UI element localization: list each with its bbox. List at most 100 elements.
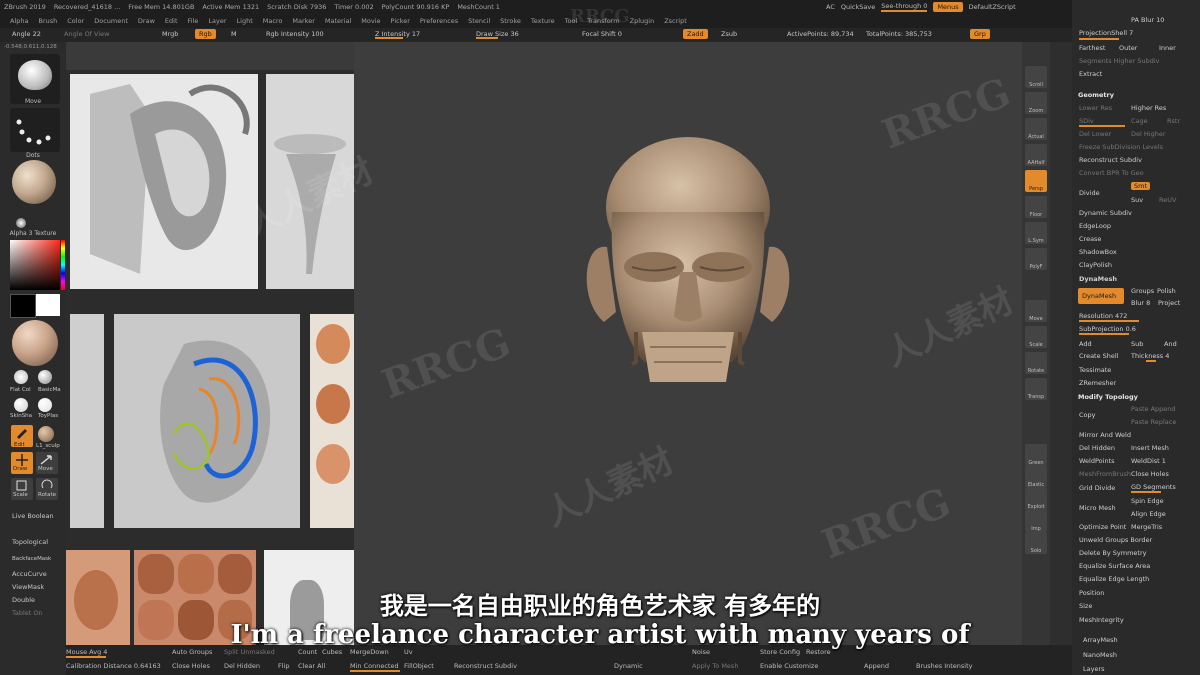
accucurve-button[interactable]: AccuCurve: [12, 570, 47, 578]
zoom-icon[interactable]: Zoom: [1025, 92, 1047, 114]
backface-mask-button[interactable]: BackfaceMask: [12, 556, 51, 562]
move-view-icon[interactable]: Move: [1025, 300, 1047, 322]
paste-replace-button[interactable]: Paste Replace: [1131, 418, 1176, 426]
brush-thumbnail[interactable]: [10, 54, 60, 104]
lower-res-button[interactable]: Lower Res: [1079, 104, 1112, 112]
weldpoints-button[interactable]: WeldPoints: [1079, 457, 1115, 465]
color-picker[interactable]: [10, 240, 60, 290]
ear-photo-reference-strip[interactable]: [310, 314, 354, 528]
flat-color-material-icon[interactable]: [14, 370, 28, 384]
secondary-color-swatch[interactable]: [10, 294, 36, 318]
geometry-header[interactable]: Geometry: [1078, 91, 1114, 99]
menu-document[interactable]: Document: [94, 17, 128, 25]
zsub-button[interactable]: Zsub: [721, 30, 737, 38]
mrgb-button[interactable]: Mrgb: [162, 30, 178, 38]
mesh-integrity-header[interactable]: MeshIntegrity: [1079, 616, 1124, 624]
stroke-thumbnail[interactable]: [10, 108, 60, 152]
tablet-on-button[interactable]: Tablet On: [12, 609, 43, 617]
freeze-subdivision-button[interactable]: Freeze SubDivision Levels: [1079, 143, 1163, 151]
calibration-distance-slider[interactable]: Calibration Distance 0.64163: [66, 662, 161, 670]
menu-file[interactable]: File: [188, 17, 199, 25]
spin-edge-button[interactable]: Spin Edge: [1131, 497, 1164, 505]
zadd-button[interactable]: Zadd: [683, 29, 708, 39]
suv-toggle[interactable]: Suv: [1131, 196, 1143, 204]
min-connected-button[interactable]: Min Connected: [350, 662, 399, 670]
micro-mesh-header[interactable]: Micro Mesh: [1079, 504, 1116, 512]
menu-picker[interactable]: Picker: [391, 17, 410, 25]
size-header[interactable]: Size: [1079, 602, 1092, 610]
rstr-button[interactable]: Rstr: [1167, 117, 1180, 125]
aahalf-icon[interactable]: AAHalf: [1025, 144, 1047, 166]
append-button[interactable]: Append: [864, 662, 889, 670]
hue-slider[interactable]: [61, 240, 65, 290]
projection-shell-slider[interactable]: ProjectionShell 7: [1079, 29, 1133, 37]
material-thumbnail[interactable]: [12, 320, 58, 366]
polyframe-icon[interactable]: PolyF: [1025, 248, 1047, 270]
reconstruct-subdiv-bottom-button[interactable]: Reconstruct Subdiv: [454, 662, 517, 670]
groups-toggle[interactable]: Groups: [1131, 287, 1154, 295]
fill-object-button[interactable]: FillObject: [404, 662, 434, 670]
modify-topology-header[interactable]: Modify Topology: [1078, 393, 1138, 401]
scroll-icon[interactable]: Scroll: [1025, 66, 1047, 88]
angle-of-view-slider[interactable]: Angle Of View: [64, 30, 109, 38]
del-hidden-button[interactable]: Del Hidden: [1079, 444, 1115, 452]
higher-res-button[interactable]: Higher Res: [1131, 104, 1166, 112]
menu-zscript[interactable]: Zscript: [664, 17, 687, 25]
local-symmetry-icon[interactable]: L.Sym: [1025, 222, 1047, 244]
ear-anatomy-reference[interactable]: [114, 314, 300, 528]
mouse-avg-slider[interactable]: Mouse Avg 4: [66, 648, 107, 656]
welddist-slider[interactable]: WeldDist 1: [1131, 457, 1166, 465]
edgeloop-header[interactable]: EdgeLoop: [1079, 222, 1111, 230]
topological-button[interactable]: Topological: [12, 538, 48, 546]
viewmask-button[interactable]: ViewMask: [12, 583, 44, 591]
perspective-icon[interactable]: Persp: [1025, 170, 1047, 192]
reconstruct-subdiv-button[interactable]: Reconstruct Subdiv: [1079, 156, 1142, 164]
dynamesh-button[interactable]: DynaMesh: [1078, 288, 1124, 304]
menu-material[interactable]: Material: [325, 17, 351, 25]
ac-button[interactable]: AC: [826, 3, 835, 11]
dynamic-subdiv-header[interactable]: Dynamic Subdiv: [1079, 209, 1132, 217]
double-button[interactable]: Double: [12, 596, 35, 604]
menu-stroke[interactable]: Stroke: [500, 17, 521, 25]
create-shell-button[interactable]: Create Shell: [1079, 352, 1119, 360]
cage-button[interactable]: Cage: [1131, 117, 1148, 125]
crease-header[interactable]: Crease: [1079, 235, 1101, 243]
reuv-button[interactable]: ReUV: [1159, 196, 1176, 204]
menu-stencil[interactable]: Stencil: [468, 17, 490, 25]
farthest-button[interactable]: Farthest: [1079, 44, 1105, 52]
menus-button[interactable]: Menus: [933, 1, 963, 12]
copy-button[interactable]: Copy: [1079, 411, 1096, 419]
quicksave-button[interactable]: QuickSave: [841, 3, 875, 11]
ear-photo-reference-1[interactable]: [66, 550, 130, 645]
main-color-swatch[interactable]: [36, 294, 60, 316]
flip-button[interactable]: Flip: [278, 662, 289, 670]
rotate-view-icon[interactable]: Rotate: [1025, 352, 1047, 374]
m-button[interactable]: M: [231, 30, 237, 38]
live-boolean-button[interactable]: Live Boolean: [12, 512, 54, 520]
divide-button[interactable]: Divide: [1079, 189, 1100, 197]
ghost-icon[interactable]: Green: [1025, 444, 1047, 466]
menu-preferences[interactable]: Preferences: [420, 17, 458, 25]
unweld-groups-border-button[interactable]: Unweld Groups Border: [1079, 536, 1152, 544]
palette-scroll-strip[interactable]: [1050, 42, 1072, 645]
default-zscript[interactable]: DefaultZScript: [969, 3, 1016, 11]
ear-sketch-reference[interactable]: [70, 74, 258, 289]
equalize-edge-length-button[interactable]: Equalize Edge Length: [1079, 575, 1149, 583]
del-higher-button[interactable]: Del Higher: [1131, 130, 1166, 138]
optimize-point-button[interactable]: Optimize Point: [1079, 523, 1126, 531]
actual-icon[interactable]: Actual: [1025, 118, 1047, 140]
transp-icon[interactable]: Transp: [1025, 378, 1047, 400]
grid-divide-button[interactable]: Grid Divide: [1079, 484, 1115, 492]
mesh-from-brush-button[interactable]: MeshFromBrush: [1079, 470, 1131, 478]
resolution-slider[interactable]: Resolution 472: [1079, 312, 1127, 320]
add-button[interactable]: Add: [1079, 340, 1092, 348]
menu-color[interactable]: Color: [67, 17, 84, 25]
blur-slider[interactable]: Blur 8: [1131, 299, 1150, 307]
polish-toggle[interactable]: Polish: [1157, 287, 1176, 295]
del-hidden-bottom-button[interactable]: Del Hidden: [224, 662, 260, 670]
menu-edit[interactable]: Edit: [165, 17, 178, 25]
skinshade-material-icon[interactable]: [14, 398, 28, 412]
menu-layer[interactable]: Layer: [208, 17, 226, 25]
menu-movie[interactable]: Movie: [361, 17, 380, 25]
ear-side-reference[interactable]: [70, 314, 104, 528]
